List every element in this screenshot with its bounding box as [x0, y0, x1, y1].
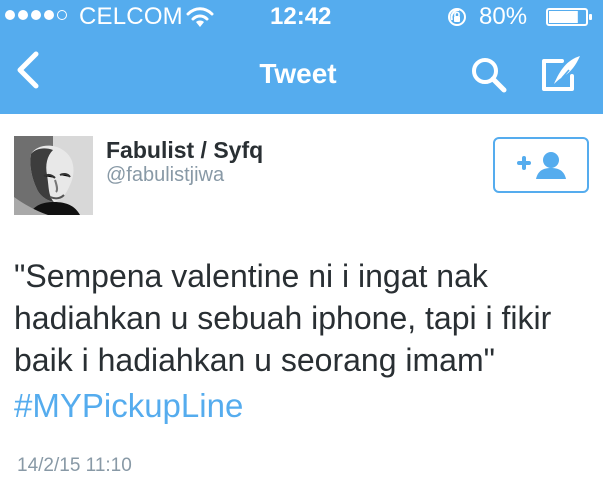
status-bar: CELCOM 12:42 80%	[0, 0, 603, 34]
top-navigation-bar: CELCOM 12:42 80% Tweet	[0, 0, 603, 114]
avatar[interactable]	[14, 136, 93, 215]
status-time: 12:42	[270, 3, 332, 30]
page-title: Tweet	[259, 58, 337, 89]
tweet-timestamp: 14/2/15 11:10	[17, 455, 132, 476]
avatar-photo	[14, 136, 93, 215]
tweet-detail-screen: CELCOM 12:42 80% Tweet Fabulist / Syfq @…	[0, 0, 603, 482]
signal-dot	[31, 10, 41, 20]
battery-icon	[546, 8, 592, 26]
compose-tweet-icon[interactable]	[540, 53, 582, 95]
signal-dot-empty	[57, 10, 67, 20]
battery-percentage: 80%	[479, 3, 528, 30]
follow-user-icon	[517, 152, 566, 179]
tweet-text-line: baik i hadiahkan u seorang imam"	[14, 342, 495, 378]
signal-dot	[18, 10, 28, 20]
tweet-text: "Sempena valentine ni i ingat nak hadiah…	[14, 255, 589, 381]
author-name[interactable]: Fabulist / Syfq	[106, 137, 263, 164]
tweet-text-line: "Sempena valentine ni i ingat nak	[14, 258, 488, 294]
hashtag-link[interactable]: #MYPickupLine	[14, 385, 243, 427]
signal-dot	[5, 10, 15, 20]
wifi-icon	[186, 7, 214, 27]
tweet-text-line: hadiahkan u sebuah iphone, tapi i fikir	[14, 300, 552, 336]
signal-strength-icon	[5, 10, 67, 20]
signal-dot	[44, 10, 54, 20]
chevron-left-icon[interactable]	[11, 49, 45, 91]
search-icon[interactable]	[468, 54, 508, 94]
rotation-lock-icon	[448, 8, 466, 26]
follow-button[interactable]	[493, 137, 589, 193]
carrier-name: CELCOM	[79, 3, 183, 30]
author-handle[interactable]: @fabulistjiwa	[106, 163, 224, 187]
